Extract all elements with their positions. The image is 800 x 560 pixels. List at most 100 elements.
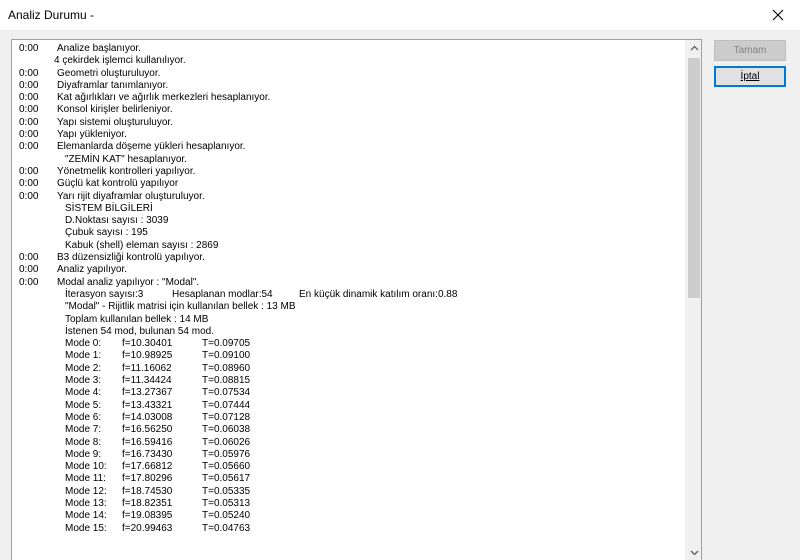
ok-button-label: Tamam: [733, 45, 767, 56]
mode-label: Mode 8:: [65, 436, 102, 448]
mode-period: T=0.07128: [202, 411, 251, 423]
chevron-up-icon: [690, 45, 698, 51]
log-time: 0:00: [19, 104, 39, 116]
mode-frequency: f=11.16062: [122, 362, 172, 374]
mode-row: Mode 7: f=16.56250 T=0.06038: [12, 424, 686, 436]
log-text: Yapı sistemi oluşturuluyor.: [57, 116, 173, 128]
log-text: Çubuk sayısı : 195: [65, 227, 148, 239]
log-line: 0:00 Kat ağırlıkları ve ağırlık merkezler…: [12, 92, 686, 104]
log-text: Yapı yükleniyor.: [57, 129, 127, 141]
mode-period: T=0.07444: [202, 399, 251, 411]
mode-label: Mode 3:: [65, 375, 102, 387]
mode-frequency: f=16.73430: [122, 448, 173, 460]
mode-row: Mode 6: f=14.03008 T=0.07128: [12, 412, 686, 424]
mode-label: Mode 4:: [65, 387, 102, 399]
cancel-button[interactable]: İptal: [714, 66, 786, 87]
mode-frequency: f=16.56250: [122, 424, 173, 436]
log-line: Toplam kullanılan bellek : 14 MB: [12, 314, 686, 326]
log-text: Diyaframlar tanımlanıyor.: [57, 79, 169, 91]
min-participation-ratio: En küçük dinamik katılım oranı:0.88: [299, 288, 458, 300]
log-text: SİSTEM BİLGİLERİ: [65, 202, 153, 214]
mode-row: Mode 1: f=10.98925 T=0.09100: [12, 350, 686, 362]
log-time: 0:00: [19, 67, 39, 79]
mode-period: T=0.05660: [202, 461, 251, 473]
log-text: 4 çekirdek işlemci kullanılıyor.: [54, 55, 186, 67]
mode-period: T=0.05976: [202, 448, 251, 460]
log-line: 0:00 Geometri oluşturuluyor.: [12, 68, 686, 80]
log-text: "Modal" - Rijitlik matrisi için kullanıl…: [65, 301, 296, 313]
log-line: Kabuk (shell) eleman sayısı : 2869: [12, 240, 686, 252]
mode-row: Mode 4: f=13.27367 T=0.07534: [12, 387, 686, 399]
log-time: 0:00: [19, 276, 39, 288]
log-line: "ZEMİN KAT" hesaplanıyor.: [12, 154, 686, 166]
mode-period: T=0.06038: [202, 424, 251, 436]
log-line: SİSTEM BİLGİLERİ: [12, 203, 686, 215]
mode-row: Mode 15: f=20.99463 T=0.04763: [12, 523, 686, 535]
mode-label: Mode 10:: [65, 461, 107, 473]
mode-label: Mode 6:: [65, 411, 102, 423]
log-text: Analiz yapılıyor.: [57, 264, 128, 276]
log-time: 0:00: [19, 165, 39, 177]
scrollbar-thumb[interactable]: [688, 58, 700, 298]
mode-period: T=0.05617: [202, 473, 251, 485]
window-title: Analiz Durumu -: [8, 8, 95, 22]
log-time: 0:00: [19, 79, 39, 91]
mode-period: T=0.05313: [202, 497, 251, 509]
iteration-count: İterasyon sayısı:3: [65, 288, 144, 300]
log-time: 0:00: [19, 141, 39, 153]
log-text: Elemanlarda döşeme yükleri hesaplanıyor.: [57, 141, 246, 153]
mode-row: Mode 13: f=18.82351 T=0.05313: [12, 498, 686, 510]
close-button[interactable]: [756, 0, 800, 30]
analysis-log-panel[interactable]: 0:00 Analize başlanıyor. 4 çekirdek işlemc…: [11, 39, 702, 560]
log-text: "ZEMİN KAT" hesaplanıyor.: [65, 153, 187, 165]
log-text: Kat ağırlıkları ve ağırlık merkezleri he…: [57, 92, 271, 104]
mode-frequency: f=18.82351: [122, 497, 173, 509]
mode-label: Mode 2:: [65, 362, 102, 374]
log-text: Toplam kullanılan bellek : 14 MB: [65, 313, 209, 325]
mode-period: T=0.09705: [202, 338, 251, 350]
log-text: Güçlü kat kontrolü yapılıyor: [57, 178, 179, 190]
log-line: 0:00 Diyaframlar tanımlanıyor.: [12, 80, 686, 92]
mode-label: Mode 9:: [65, 448, 102, 460]
mode-row: Mode 14: f=19.08395 T=0.05240: [12, 510, 686, 522]
ok-button[interactable]: Tamam: [714, 40, 786, 61]
chevron-down-icon: [690, 550, 698, 556]
log-text: Kabuk (shell) eleman sayısı : 2869: [65, 239, 219, 251]
log-line: 0:00 Yarı rijit diyaframlar oluşturuluyor…: [12, 191, 686, 203]
mode-label: Mode 15:: [65, 522, 107, 534]
mode-row: Mode 11: f=17.80296 T=0.05617: [12, 473, 686, 485]
log-text: Konsol kirişler belirleniyor.: [57, 104, 173, 116]
mode-frequency: f=13.43321: [122, 399, 173, 411]
mode-row: Mode 3: f=11.34424 T=0.08815: [12, 375, 686, 387]
log-line: 0:00 Elemanlarda döşeme yükleri hesaplanı…: [12, 141, 686, 153]
mode-label: Mode 11:: [65, 473, 106, 485]
mode-label: Mode 5:: [65, 399, 102, 411]
mode-label: Mode 13:: [65, 497, 107, 509]
mode-period: T=0.06026: [202, 436, 251, 448]
log-line: Çubuk sayısı : 195: [12, 227, 686, 239]
log-line: 0:00 Konsol kirişler belirleniyor.: [12, 104, 686, 116]
scroll-up-button[interactable]: [686, 40, 701, 56]
mode-row: Mode 9: f=16.73430 T=0.05976: [12, 449, 686, 461]
mode-period: T=0.05335: [202, 485, 251, 497]
log-text: B3 düzensizliği kontrolü yapılıyor.: [57, 252, 205, 264]
mode-period: T=0.05240: [202, 510, 251, 522]
mode-period: T=0.07534: [202, 387, 251, 399]
computed-modes: Hesaplanan modlar:54: [172, 288, 273, 300]
log-text: D.Noktası sayısı : 3039: [65, 215, 169, 227]
log-line: 4 çekirdek işlemci kullanılıyor.: [12, 55, 686, 67]
mode-frequency: f=10.98925: [122, 350, 173, 362]
mode-frequency: f=17.80296: [122, 473, 173, 485]
log-time: 0:00: [19, 129, 39, 141]
log-line: 0:00 Yapı sistemi oluşturuluyor.: [12, 117, 686, 129]
vertical-scrollbar[interactable]: [685, 40, 701, 560]
log-line: 0:00 Modal analiz yapılıyor : "Modal".: [12, 277, 686, 289]
log-line: 0:00 Analize başlanıyor.: [12, 43, 686, 55]
log-text: Analize başlanıyor.: [57, 43, 141, 54]
log-line: 0:00 Yönetmelik kontrolleri yapılıyor.: [12, 166, 686, 178]
log-time: 0:00: [19, 43, 39, 54]
mode-row: Mode 5: f=13.43321 T=0.07444: [12, 400, 686, 412]
log-text: Geometri oluşturuluyor.: [57, 67, 161, 79]
scroll-down-button[interactable]: [686, 545, 701, 560]
log-time: 0:00: [19, 92, 39, 104]
